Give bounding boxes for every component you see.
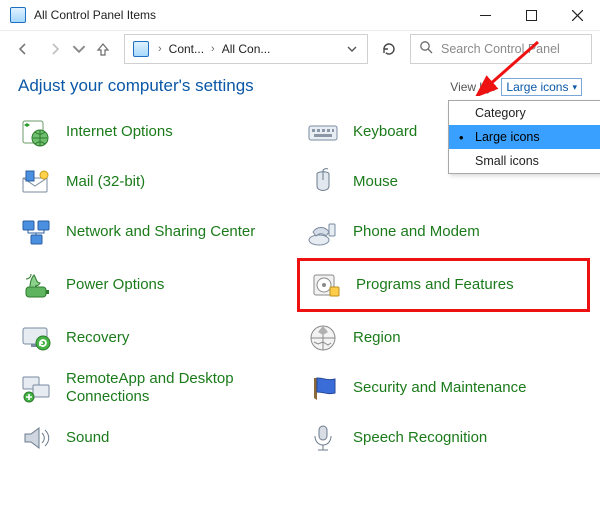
cpl-speech-recognition[interactable]: Speech Recognition xyxy=(305,420,582,456)
page-title: Adjust your computer's settings xyxy=(18,76,254,96)
search-placeholder: Search Control Panel xyxy=(441,42,560,56)
view-by-dropdown: Category Large icons Small icons xyxy=(448,100,600,174)
power-options-icon xyxy=(18,267,54,303)
security-maintenance-icon xyxy=(305,370,341,406)
address-bar[interactable]: › Cont... › All Con... xyxy=(124,34,368,64)
close-button[interactable] xyxy=(554,0,600,30)
navigation-bar: › Cont... › All Con... Search Control Pa… xyxy=(0,30,600,66)
item-label: Speech Recognition xyxy=(353,429,487,447)
recent-locations-button[interactable] xyxy=(72,35,86,63)
cpl-remoteapp[interactable]: RemoteApp and Desktop Connections xyxy=(18,370,295,406)
view-by-value: Large icons xyxy=(506,80,568,94)
item-label: Mouse xyxy=(353,173,398,191)
cpl-phone-modem[interactable]: Phone and Modem xyxy=(305,214,582,250)
region-icon xyxy=(305,320,341,356)
forward-button[interactable] xyxy=(40,35,70,63)
phone-modem-icon xyxy=(305,214,341,250)
window-controls xyxy=(462,0,600,30)
dropdown-option-small-icons[interactable]: Small icons xyxy=(449,149,600,173)
item-label: Sound xyxy=(66,429,109,447)
view-by-control: View by: Large icons ▾ xyxy=(450,78,582,96)
internet-options-icon xyxy=(18,114,54,150)
item-label: Power Options xyxy=(66,276,164,294)
view-by-label: View by: xyxy=(450,80,495,94)
cpl-mail[interactable]: Mail (32-bit) xyxy=(18,164,295,200)
back-button[interactable] xyxy=(8,35,38,63)
maximize-button[interactable] xyxy=(508,0,554,30)
cpl-sound[interactable]: Sound xyxy=(18,420,295,456)
chevron-right-icon: › xyxy=(206,43,220,55)
view-by-selector[interactable]: Large icons ▾ xyxy=(501,78,582,96)
sound-icon xyxy=(18,420,54,456)
item-label: RemoteApp and Desktop Connections xyxy=(66,370,295,406)
dropdown-option-category[interactable]: Category xyxy=(449,101,600,125)
cpl-programs-features[interactable]: Programs and Features xyxy=(297,258,590,312)
window-title: All Control Panel Items xyxy=(34,8,462,22)
recovery-icon xyxy=(18,320,54,356)
keyboard-icon xyxy=(305,114,341,150)
address-dropdown-button[interactable] xyxy=(341,44,363,54)
item-label: Region xyxy=(353,329,401,347)
programs-features-icon xyxy=(308,267,344,303)
item-label: Security and Maintenance xyxy=(353,379,526,397)
item-label: Recovery xyxy=(66,329,129,347)
breadcrumb-all-items[interactable]: All Con... xyxy=(220,42,273,56)
chevron-right-icon: › xyxy=(153,43,167,55)
minimize-button[interactable] xyxy=(462,0,508,30)
cpl-region[interactable]: Region xyxy=(305,320,582,356)
refresh-button[interactable] xyxy=(374,34,404,64)
cpl-recovery[interactable]: Recovery xyxy=(18,320,295,356)
breadcrumb-control-panel[interactable]: Cont... xyxy=(167,42,206,56)
window-icon xyxy=(10,7,26,23)
item-label: Network and Sharing Center xyxy=(66,223,255,241)
content-pane: Adjust your computer's settings View by:… xyxy=(0,66,600,456)
control-panel-icon xyxy=(133,41,149,57)
item-label: Internet Options xyxy=(66,123,173,141)
cpl-network-sharing[interactable]: Network and Sharing Center xyxy=(18,214,295,250)
speech-recognition-icon xyxy=(305,420,341,456)
chevron-down-icon: ▾ xyxy=(572,82,577,93)
remoteapp-icon xyxy=(18,370,54,406)
item-label: Programs and Features xyxy=(356,276,514,294)
cpl-security-maintenance[interactable]: Security and Maintenance xyxy=(305,370,582,406)
item-label: Mail (32-bit) xyxy=(66,173,145,191)
mail-icon xyxy=(18,164,54,200)
search-icon xyxy=(419,40,433,57)
cpl-power-options[interactable]: Power Options xyxy=(18,264,295,306)
mouse-icon xyxy=(305,164,341,200)
network-sharing-icon xyxy=(18,214,54,250)
dropdown-option-large-icons[interactable]: Large icons xyxy=(449,125,600,149)
search-box[interactable]: Search Control Panel xyxy=(410,34,592,64)
item-label: Keyboard xyxy=(353,123,417,141)
up-button[interactable] xyxy=(88,35,118,63)
title-bar: All Control Panel Items xyxy=(0,0,600,30)
cpl-internet-options[interactable]: Internet Options xyxy=(18,114,295,150)
item-label: Phone and Modem xyxy=(353,223,480,241)
